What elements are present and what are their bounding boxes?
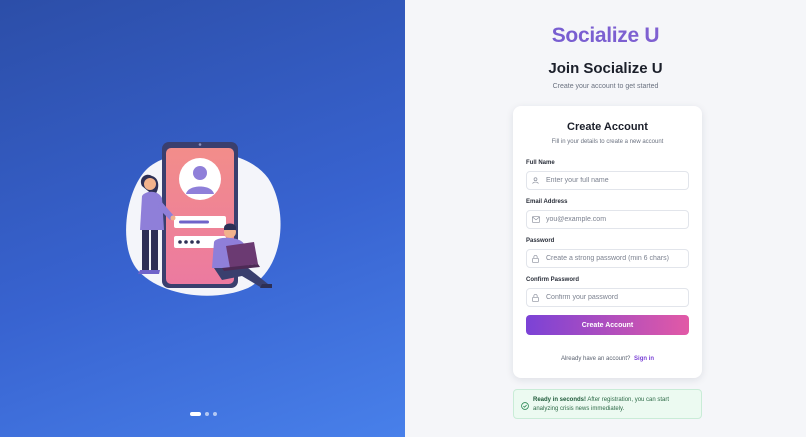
hero-panel [0,0,405,437]
page-title: Join Socialize U [548,60,663,77]
full-name-field[interactable] [526,171,689,190]
full-name-label: Full Name [526,160,555,166]
signin-prompt-text: Already have an account? [560,356,631,362]
notice-strong: Ready in seconds! [533,397,587,403]
password-field[interactable] [526,249,689,268]
signin-link[interactable]: Sign in [634,356,654,362]
password-label: Password [526,238,555,244]
email-input[interactable] [546,216,686,223]
carousel-dot[interactable] [205,412,209,416]
signin-prompt: Already have an account? Sign in [513,356,702,362]
notice-text: Ready in seconds! After registration, yo… [533,396,694,412]
email-label: Email Address [526,199,568,205]
password-input[interactable] [546,255,686,262]
mail-icon [527,216,543,223]
confirm-password-label: Confirm Password [526,277,580,283]
signup-illustration [126,142,281,296]
email-field[interactable] [526,210,689,229]
lock-icon [527,293,543,302]
card-title: Create Account [567,121,648,133]
brand-logo: Socialize U [405,24,806,48]
carousel-dot-active[interactable] [190,412,201,416]
full-name-input[interactable] [546,177,686,184]
signup-panel: Socialize U Join Socialize U Create your… [405,0,806,437]
carousel-indicator [190,412,217,416]
page-subtitle: Create your account to get started [552,83,659,90]
check-circle-icon [521,396,529,412]
user-icon [527,177,543,184]
signup-card: Create Account Fill in your details to c… [513,106,702,378]
carousel-dot[interactable] [213,412,217,416]
lock-icon [527,254,543,263]
card-subtitle: Fill in your details to create a new acc… [551,139,664,145]
success-notice: Ready in seconds! After registration, yo… [513,389,702,419]
confirm-password-field[interactable] [526,288,689,307]
confirm-password-input[interactable] [546,294,686,301]
create-account-button[interactable]: Create Account [526,315,689,335]
